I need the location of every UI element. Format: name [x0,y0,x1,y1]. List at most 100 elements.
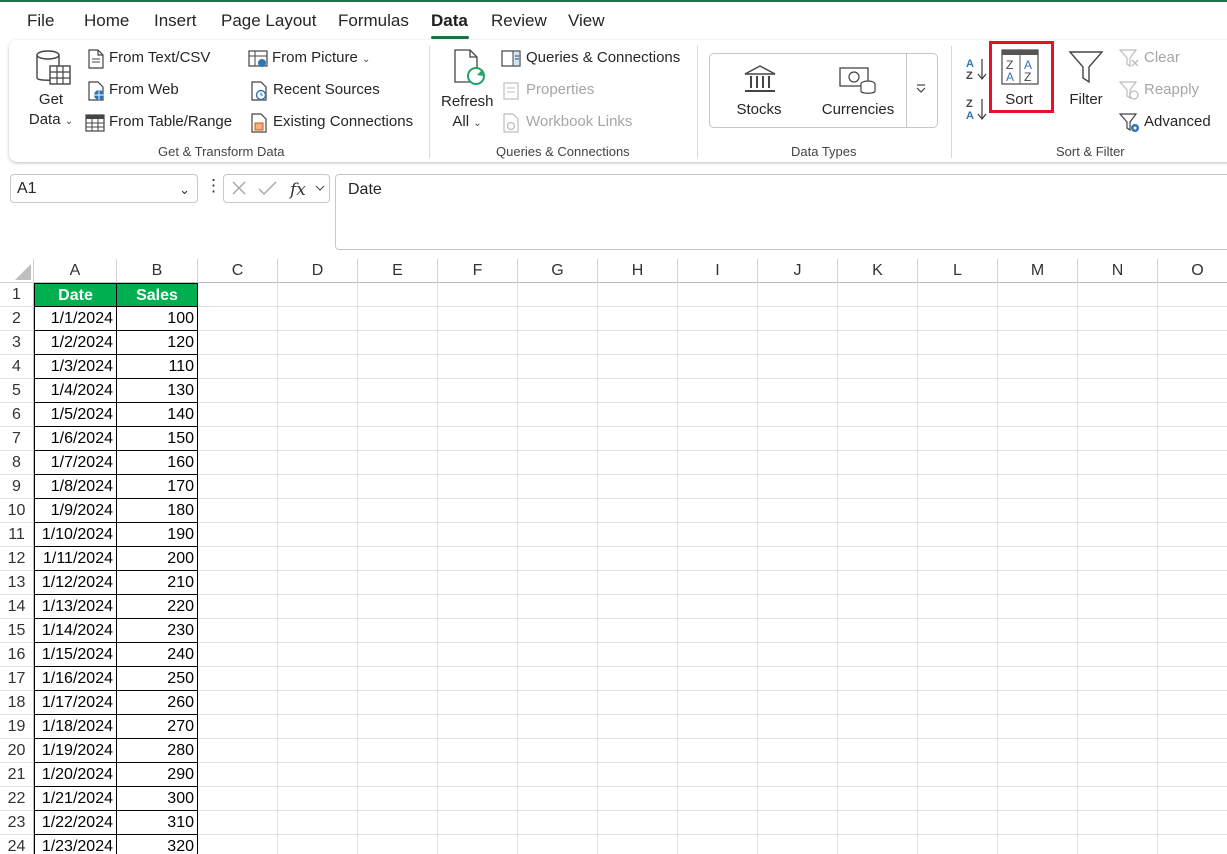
sales-cell[interactable]: 260 [117,691,198,715]
date-cell[interactable]: 1/6/2024 [34,427,117,451]
row-header[interactable]: 21 [0,763,34,787]
refresh-all-button[interactable]: Refresh All ⌄ [441,92,494,134]
chevron-down-icon[interactable]: ⌄ [179,176,190,203]
tab-formulas[interactable]: Formulas [338,11,409,31]
sales-cell[interactable]: 290 [117,763,198,787]
tab-insert[interactable]: Insert [154,11,197,31]
clear-button[interactable]: Clear [1144,49,1180,66]
row-header[interactable]: 14 [0,595,34,619]
select-all-corner[interactable] [0,259,34,283]
date-cell[interactable]: 1/14/2024 [34,619,117,643]
column-header-g[interactable]: G [518,259,598,283]
date-cell[interactable]: 1/18/2024 [34,715,117,739]
existing-connections-button[interactable]: Existing Connections [273,113,413,130]
date-cell[interactable]: 1/4/2024 [34,379,117,403]
tab-file[interactable]: File [27,11,54,31]
row-header[interactable]: 15 [0,619,34,643]
from-table-range-button[interactable]: From Table/Range [109,113,232,130]
sales-cell[interactable]: 120 [117,331,198,355]
row-header[interactable]: 23 [0,811,34,835]
sales-cell[interactable]: 190 [117,523,198,547]
date-cell[interactable]: 1/8/2024 [34,475,117,499]
column-header-a[interactable]: A [34,259,117,283]
from-text-csv-button[interactable]: From Text/CSV [109,49,210,66]
date-cell[interactable]: 1/1/2024 [34,307,117,331]
date-cell[interactable]: 1/13/2024 [34,595,117,619]
sales-cell[interactable]: 240 [117,643,198,667]
sales-cell[interactable]: 270 [117,715,198,739]
sales-cell[interactable]: 130 [117,379,198,403]
sales-cell[interactable]: 150 [117,427,198,451]
column-header-b[interactable]: B [117,259,198,283]
header-cell-date[interactable]: Date [34,283,117,307]
row-header[interactable]: 18 [0,691,34,715]
recent-sources-button[interactable]: Recent Sources [273,81,380,98]
row-header[interactable]: 3 [0,331,34,355]
row-header[interactable]: 10 [0,499,34,523]
column-header-l[interactable]: L [918,259,998,283]
row-header[interactable]: 9 [0,475,34,499]
column-header-h[interactable]: H [598,259,678,283]
row-header[interactable]: 16 [0,643,34,667]
column-header-f[interactable]: F [438,259,518,283]
row-header[interactable]: 5 [0,379,34,403]
filter-button[interactable]: Filter [1061,90,1111,110]
row-header[interactable]: 24 [0,835,34,854]
date-cell[interactable]: 1/22/2024 [34,811,117,835]
workbook-links-button[interactable]: Workbook Links [526,113,632,130]
date-cell[interactable]: 1/20/2024 [34,763,117,787]
get-data-button[interactable]: Get Data ⌄ [27,90,75,132]
from-web-button[interactable]: From Web [109,81,179,98]
row-header[interactable]: 6 [0,403,34,427]
sales-cell[interactable]: 250 [117,667,198,691]
date-cell[interactable]: 1/7/2024 [34,451,117,475]
date-cell[interactable]: 1/10/2024 [34,523,117,547]
sales-cell[interactable]: 110 [117,355,198,379]
queries-connections-button[interactable]: Queries & Connections [526,49,680,66]
row-header[interactable]: 7 [0,427,34,451]
column-header-e[interactable]: E [358,259,438,283]
sales-cell[interactable]: 200 [117,547,198,571]
date-cell[interactable]: 1/21/2024 [34,787,117,811]
row-header[interactable]: 11 [0,523,34,547]
date-cell[interactable]: 1/9/2024 [34,499,117,523]
row-header[interactable]: 19 [0,715,34,739]
header-cell-sales[interactable]: Sales [117,283,198,307]
date-cell[interactable]: 1/17/2024 [34,691,117,715]
sort-descending-icon[interactable]: ZA [965,96,989,127]
advanced-button[interactable]: Advanced [1144,113,1211,130]
row-header[interactable]: 22 [0,787,34,811]
name-box[interactable]: A1 ⌄ [10,174,198,203]
date-cell[interactable]: 1/16/2024 [34,667,117,691]
sales-cell[interactable]: 210 [117,571,198,595]
sort-ascending-icon[interactable]: AZ [965,56,989,87]
tab-view[interactable]: View [568,11,605,31]
row-header[interactable]: 17 [0,667,34,691]
row-header[interactable]: 2 [0,307,34,331]
column-header-m[interactable]: M [998,259,1078,283]
sales-cell[interactable]: 170 [117,475,198,499]
sales-cell[interactable]: 140 [117,403,198,427]
from-picture-button[interactable]: From Picture ⌄ [272,49,370,66]
date-cell[interactable]: 1/2/2024 [34,331,117,355]
date-cell[interactable]: 1/5/2024 [34,403,117,427]
row-header[interactable]: 20 [0,739,34,763]
row-header[interactable]: 13 [0,571,34,595]
row-header[interactable]: 1 [0,283,34,307]
sales-cell[interactable]: 100 [117,307,198,331]
formula-input[interactable]: Date [335,174,1227,250]
column-header-i[interactable]: I [678,259,758,283]
sales-cell[interactable]: 300 [117,787,198,811]
sales-cell[interactable]: 180 [117,499,198,523]
sales-cell[interactable]: 160 [117,451,198,475]
stocks-button[interactable]: Stocks [724,100,794,120]
column-header-j[interactable]: J [758,259,838,283]
row-header[interactable]: 8 [0,451,34,475]
date-cell[interactable]: 1/11/2024 [34,547,117,571]
tab-review[interactable]: Review [491,11,547,31]
date-cell[interactable]: 1/19/2024 [34,739,117,763]
sales-cell[interactable]: 280 [117,739,198,763]
sales-cell[interactable]: 320 [117,835,198,854]
column-header-k[interactable]: K [838,259,918,283]
date-cell[interactable]: 1/23/2024 [34,835,117,854]
